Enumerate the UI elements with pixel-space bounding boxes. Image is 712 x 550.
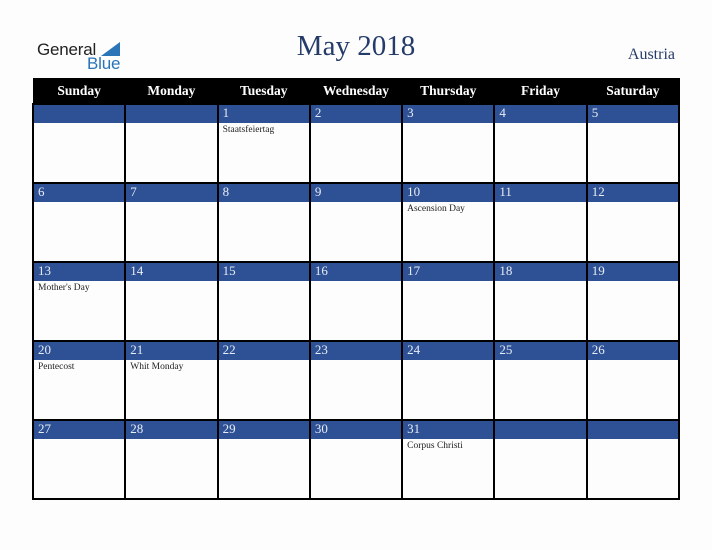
day-number: 16 <box>308 261 404 281</box>
day-number: 5 <box>585 103 681 123</box>
week-date-row: 20 21 22 23 24 25 26 <box>31 340 681 360</box>
day-event <box>585 439 681 500</box>
day-number: 7 <box>124 182 219 202</box>
day-event <box>493 202 588 262</box>
day-number: 3 <box>401 103 496 123</box>
day-number: 26 <box>585 340 681 360</box>
day-event <box>308 360 404 420</box>
day-event <box>308 123 404 183</box>
day-event <box>585 202 681 262</box>
week-event-row: Staatsfeiertag <box>31 123 681 183</box>
week-event-row: Pentecost Whit Monday <box>31 360 681 420</box>
calendar-title: May 2018 <box>296 30 416 62</box>
week-date-row: 27 28 29 30 31 <box>31 419 681 439</box>
day-event <box>493 439 588 500</box>
day-number: 6 <box>31 182 127 202</box>
day-number: 24 <box>401 340 496 360</box>
week-event-row: Ascension Day <box>31 202 681 262</box>
weekday-friday: Friday <box>493 78 588 105</box>
day-number <box>585 419 681 439</box>
day-number: 17 <box>401 261 496 281</box>
weekday-saturday: Saturday <box>586 78 680 105</box>
day-number: 11 <box>493 182 588 202</box>
day-event <box>31 202 127 262</box>
country-label: Austria <box>627 46 675 63</box>
day-event <box>31 123 127 183</box>
day-number: 10 <box>401 182 496 202</box>
day-event <box>124 281 219 341</box>
day-number: 28 <box>124 419 219 439</box>
day-event <box>401 281 496 341</box>
day-number <box>31 103 127 123</box>
weekday-monday: Monday <box>124 78 219 105</box>
day-number: 31 <box>401 419 496 439</box>
day-event <box>493 360 588 420</box>
day-number: 4 <box>493 103 588 123</box>
day-number: 12 <box>585 182 681 202</box>
day-event: Whit Monday <box>124 360 219 420</box>
day-event <box>308 439 404 500</box>
day-event <box>31 439 127 500</box>
day-event <box>216 202 311 262</box>
day-number: 19 <box>585 261 681 281</box>
day-event: Corpus Christi <box>401 439 496 500</box>
weekday-tuesday: Tuesday <box>217 78 311 105</box>
day-event <box>585 123 681 183</box>
day-event <box>585 360 681 420</box>
day-event <box>124 439 219 500</box>
day-event <box>216 439 311 500</box>
day-event <box>585 281 681 341</box>
calendar-grid: Sunday Monday Tuesday Wednesday Thursday… <box>31 78 681 500</box>
week-date-row: 13 14 15 16 17 18 19 <box>31 261 681 281</box>
day-number: 25 <box>493 340 588 360</box>
day-event <box>216 360 311 420</box>
day-event <box>493 123 588 183</box>
day-event <box>308 202 404 262</box>
week-event-row: Mother's Day <box>31 281 681 341</box>
day-number: 30 <box>308 419 404 439</box>
week-event-row: Corpus Christi <box>31 439 681 500</box>
day-number: 13 <box>31 261 127 281</box>
day-number <box>493 419 588 439</box>
day-number: 29 <box>216 419 311 439</box>
week-date-row: 12345 <box>31 103 681 123</box>
day-number: 21 <box>124 340 219 360</box>
day-number: 9 <box>308 182 404 202</box>
day-event <box>493 281 588 341</box>
weekday-thursday: Thursday <box>401 78 495 105</box>
day-event: Ascension Day <box>401 202 496 262</box>
day-event <box>216 281 311 341</box>
weekday-header-row: Sunday Monday Tuesday Wednesday Thursday… <box>32 78 680 105</box>
day-event <box>401 123 496 183</box>
day-number: 1 <box>216 103 311 123</box>
day-event <box>308 281 404 341</box>
day-number: 18 <box>493 261 588 281</box>
weekday-sunday: Sunday <box>32 78 126 105</box>
weekday-wednesday: Wednesday <box>309 78 403 105</box>
day-number: 20 <box>31 340 127 360</box>
day-event: Mother's Day <box>31 281 127 341</box>
day-event <box>124 123 219 183</box>
day-number: 23 <box>308 340 404 360</box>
day-number: 14 <box>124 261 219 281</box>
day-event <box>401 360 496 420</box>
week-date-row: 6 7 8 9 10 11 12 <box>31 182 681 202</box>
day-number: 22 <box>216 340 311 360</box>
day-number: 15 <box>216 261 311 281</box>
day-event: Staatsfeiertag <box>216 123 311 183</box>
day-event: Pentecost <box>31 360 127 420</box>
day-number <box>124 103 219 123</box>
day-event <box>124 202 219 262</box>
day-number: 2 <box>308 103 404 123</box>
day-number: 8 <box>216 182 311 202</box>
day-number: 27 <box>31 419 127 439</box>
